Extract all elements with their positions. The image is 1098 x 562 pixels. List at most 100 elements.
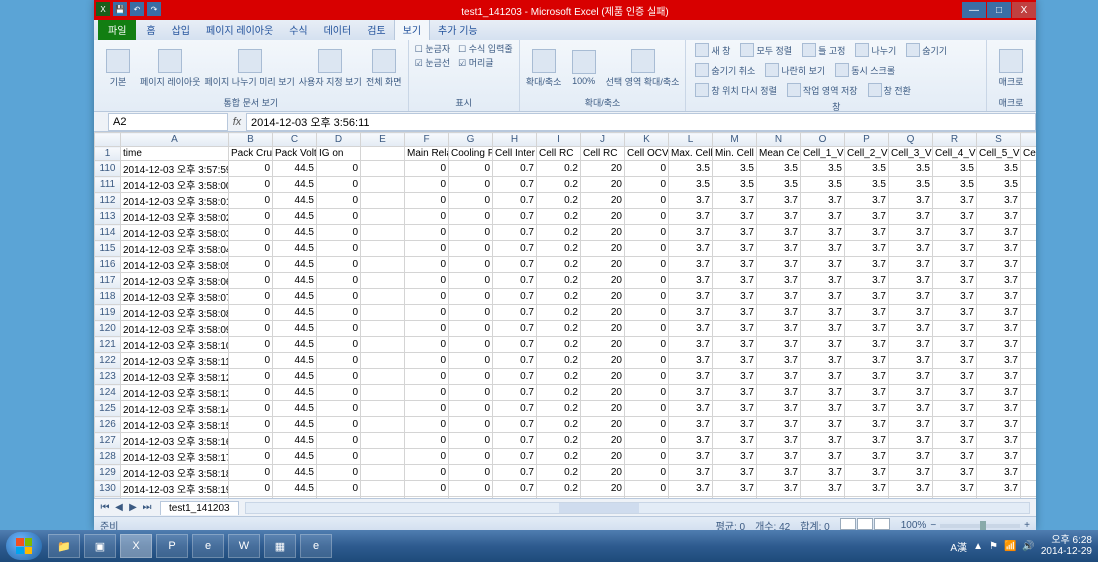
ribbon-button[interactable]: 나누기 xyxy=(852,42,899,58)
save-icon[interactable]: 💾 xyxy=(113,2,127,16)
cell[interactable]: 0 xyxy=(405,433,449,449)
cell[interactable]: 0 xyxy=(449,481,493,497)
cell[interactable]: 44.5 xyxy=(273,209,317,225)
cell[interactable]: 0.7 xyxy=(493,385,537,401)
cell[interactable]: 3.7 xyxy=(889,497,933,499)
cell[interactable]: 0.2 xyxy=(537,449,581,465)
row-header[interactable]: 120 xyxy=(95,321,121,337)
row-header[interactable]: 126 xyxy=(95,417,121,433)
cell[interactable]: 0.2 xyxy=(537,433,581,449)
cell[interactable]: 0 xyxy=(405,465,449,481)
cell[interactable]: 3.7 xyxy=(977,193,1021,209)
ribbon-button[interactable]: 나란히 보기 xyxy=(762,62,828,78)
cell[interactable]: Min. Cell xyxy=(713,147,757,161)
cell[interactable]: 0 xyxy=(317,401,361,417)
cell[interactable]: 0 xyxy=(229,337,273,353)
cell[interactable]: Cell RC xyxy=(581,147,625,161)
row-header[interactable]: 110 xyxy=(95,161,121,177)
cell[interactable]: 20 xyxy=(581,161,625,177)
cell[interactable] xyxy=(361,417,405,433)
cell[interactable]: 3.7 xyxy=(1021,241,1037,257)
cell[interactable]: 0 xyxy=(229,353,273,369)
column-header[interactable]: O xyxy=(801,133,845,147)
cell[interactable]: 3.7 xyxy=(757,481,801,497)
cell[interactable]: 0 xyxy=(449,353,493,369)
cell[interactable]: 3.7 xyxy=(977,417,1021,433)
cell[interactable]: 3.7 xyxy=(801,241,845,257)
cell[interactable]: 2014-12-03 오후 3:58:05 xyxy=(121,257,229,273)
cell[interactable]: 0 xyxy=(405,161,449,177)
cell[interactable]: Cell_3_V xyxy=(889,147,933,161)
cell[interactable]: 0 xyxy=(317,305,361,321)
taskbar-app-icon[interactable]: ▦ xyxy=(264,534,296,558)
cell[interactable]: 20 xyxy=(581,177,625,193)
ribbon-checkbox[interactable]: ☐ 수식 입력줄 xyxy=(458,42,512,55)
column-header[interactable]: M xyxy=(713,133,757,147)
cell[interactable]: 0 xyxy=(625,225,669,241)
cell[interactable]: 3.7 xyxy=(889,353,933,369)
cell[interactable]: 0 xyxy=(625,241,669,257)
ribbon-button[interactable]: 기본 xyxy=(100,49,136,88)
taskbar-ie2-icon[interactable]: e xyxy=(300,534,332,558)
cell[interactable]: 2014-12-03 오후 3:58:11 xyxy=(121,353,229,369)
cell[interactable]: 3.7 xyxy=(669,481,713,497)
column-header[interactable]: T xyxy=(1021,133,1037,147)
cell[interactable]: 3.7 xyxy=(933,465,977,481)
cell[interactable]: 3.7 xyxy=(845,225,889,241)
cell[interactable]: 3.7 xyxy=(977,369,1021,385)
row-header[interactable]: 129 xyxy=(95,465,121,481)
cell[interactable]: 3.7 xyxy=(977,257,1021,273)
cell[interactable]: 3.7 xyxy=(889,257,933,273)
ribbon-button[interactable]: 확대/축소 xyxy=(526,49,562,88)
cell[interactable]: 3.7 xyxy=(1021,481,1037,497)
cell[interactable]: 3.7 xyxy=(977,241,1021,257)
cell[interactable]: 3.7 xyxy=(801,353,845,369)
cell[interactable]: Cell RC xyxy=(537,147,581,161)
cell[interactable]: 0.7 xyxy=(493,273,537,289)
row-header[interactable]: 115 xyxy=(95,241,121,257)
cell[interactable]: 0.2 xyxy=(537,321,581,337)
cell[interactable]: 3.7 xyxy=(977,305,1021,321)
cell[interactable]: 44.5 xyxy=(273,433,317,449)
cell[interactable]: 3.7 xyxy=(669,305,713,321)
cell[interactable]: 3.7 xyxy=(889,273,933,289)
cell[interactable]: 0 xyxy=(317,257,361,273)
cell[interactable]: 0 xyxy=(449,497,493,499)
cell[interactable]: 3.7 xyxy=(669,257,713,273)
cell[interactable]: 3.7 xyxy=(977,401,1021,417)
row-header[interactable]: 123 xyxy=(95,369,121,385)
cell[interactable]: 3.7 xyxy=(977,353,1021,369)
ribbon-button[interactable]: 전체 화면 xyxy=(366,49,402,88)
cell[interactable]: 2014-12-03 오후 3:58:20 xyxy=(121,497,229,499)
row-header[interactable]: 118 xyxy=(95,289,121,305)
ribbon-checkbox[interactable]: ☑ 머리글 xyxy=(458,56,493,69)
cell[interactable]: 0 xyxy=(229,433,273,449)
cell[interactable]: 3.7 xyxy=(933,209,977,225)
cell[interactable]: 2014-12-03 오후 3:58:16 xyxy=(121,433,229,449)
cell[interactable]: 20 xyxy=(581,225,625,241)
cell[interactable]: 3.7 xyxy=(669,353,713,369)
cell[interactable]: 0 xyxy=(229,465,273,481)
cell[interactable]: 3.7 xyxy=(977,481,1021,497)
cell[interactable]: 3.7 xyxy=(669,465,713,481)
cell[interactable]: 20 xyxy=(581,257,625,273)
cell[interactable]: 0 xyxy=(405,353,449,369)
cell[interactable]: 3.7 xyxy=(757,305,801,321)
column-header[interactable]: D xyxy=(317,133,361,147)
cell[interactable]: 0.7 xyxy=(493,497,537,499)
cell[interactable]: 3.7 xyxy=(757,289,801,305)
cell[interactable]: 0.7 xyxy=(493,417,537,433)
cell[interactable]: 3.7 xyxy=(1021,449,1037,465)
cell[interactable]: 0.7 xyxy=(493,353,537,369)
cell[interactable]: 44.5 xyxy=(273,465,317,481)
cell[interactable]: 20 xyxy=(581,241,625,257)
cell[interactable]: 3.7 xyxy=(933,497,977,499)
cell[interactable]: 44.5 xyxy=(273,193,317,209)
horizontal-scrollbar[interactable] xyxy=(245,502,1030,514)
cell[interactable] xyxy=(361,225,405,241)
cell[interactable]: 3.7 xyxy=(757,209,801,225)
cell[interactable]: 0 xyxy=(229,289,273,305)
cell[interactable]: 3.7 xyxy=(845,193,889,209)
cell[interactable]: 3.7 xyxy=(801,225,845,241)
cell[interactable]: 3.7 xyxy=(933,417,977,433)
